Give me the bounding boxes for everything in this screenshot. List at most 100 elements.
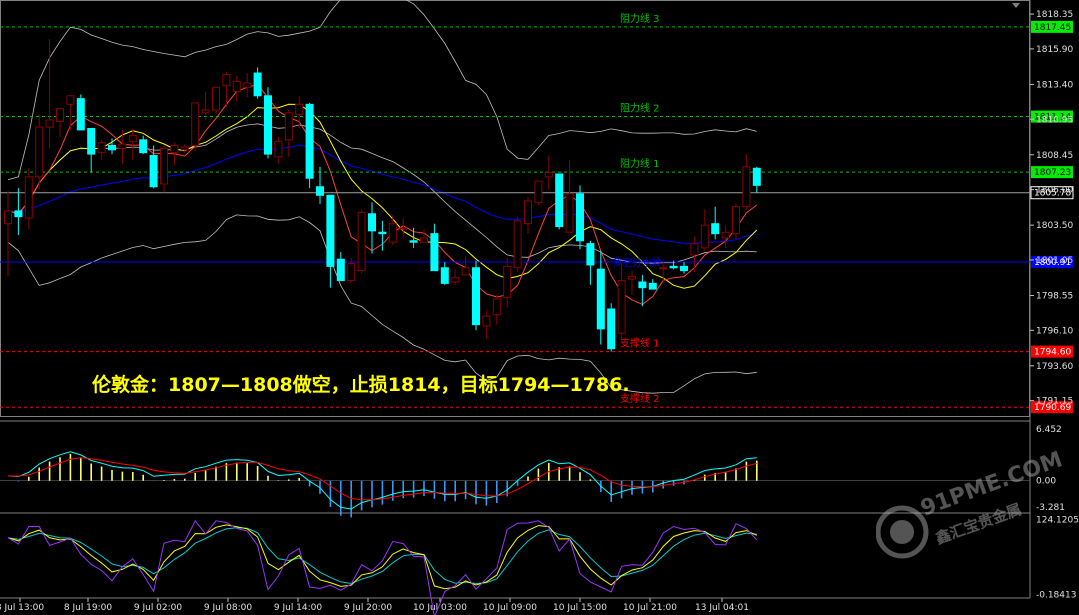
time-tick-label: 10 Jul 15:00: [553, 603, 607, 613]
watermark-logo: 91PME.COM 鑫汇宝贵金属: [876, 447, 1066, 559]
time-tick-label: 9 Jul 20:00: [344, 603, 393, 613]
candle-body: [607, 308, 616, 350]
scroll-arrow-icon[interactable]: [1012, 3, 1020, 8]
time-tick-label: 8 Jul 13:00: [0, 603, 44, 613]
candle-body: [336, 258, 345, 282]
level-label: 阻力线 3: [620, 12, 660, 25]
candle-body: [732, 206, 740, 235]
osc-k-line: [7, 524, 758, 590]
time-axis: 8 Jul 13:00 8 Jul 19:00 9 Jul 02:00 9 Jul 0…: [0, 598, 749, 613]
candle-body: [461, 267, 470, 276]
candle-body: [378, 231, 387, 235]
time-tick-label: 9 Jul 02:00: [134, 603, 183, 613]
candle-body: [284, 112, 293, 141]
candle-body: [721, 231, 730, 239]
candle-body: [149, 154, 158, 188]
candle-body: [555, 173, 564, 228]
level-label: 阻力线 1: [620, 157, 660, 170]
candle-body: [482, 315, 491, 327]
level-price-tag-text: 1807.23: [1034, 168, 1071, 178]
price-tick-label: 1803.50: [1036, 221, 1073, 231]
candle-body: [544, 172, 553, 178]
time-tick-label: 10 Jul 03:00: [413, 603, 467, 613]
candle-body: [492, 298, 501, 316]
level-label: 支撑线 1: [620, 337, 660, 350]
candle-body: [586, 243, 595, 266]
candle-body: [368, 213, 376, 232]
candle-body: [534, 180, 543, 203]
time-tick-label: 10 Jul 09:00: [483, 603, 537, 613]
time-tick-label: 13 Jul 04:01: [695, 603, 749, 613]
candle-body: [711, 223, 720, 235]
candle-body: [45, 119, 54, 128]
candle-body: [472, 267, 480, 326]
candle-body: [35, 126, 44, 178]
candle-body: [4, 210, 12, 225]
candle-body: [648, 282, 657, 290]
price-tick-label: 1806.00: [1036, 186, 1073, 196]
price-tick-label: 1796.10: [1036, 326, 1073, 336]
macd-tick-label: 6.452: [1036, 425, 1062, 435]
price-tick-label: 1813.40: [1036, 80, 1073, 90]
candle-body: [316, 186, 324, 196]
candle-body: [596, 268, 605, 330]
candle-body: [628, 275, 636, 280]
candle-body: [420, 237, 428, 243]
candle-body: [680, 265, 688, 272]
candle-body: [274, 140, 283, 158]
candle-body: [524, 200, 532, 225]
candle-body: [212, 86, 220, 111]
candle-body: [295, 103, 304, 115]
candle-body: [742, 166, 751, 208]
candle-body: [752, 167, 761, 186]
pivot-label: 多空分水岭: [612, 256, 662, 269]
level-price-tag-text: 1794.60: [1034, 348, 1071, 358]
candle-body: [66, 95, 75, 105]
osc-tick-label: -0.18413: [1036, 590, 1076, 600]
coin-logo-core: [890, 520, 914, 544]
ma-short-line: [7, 83, 758, 305]
candlesticks: [4, 38, 761, 352]
time-tick-label: 9 Jul 08:00: [204, 603, 253, 613]
candle-body: [128, 135, 137, 142]
price-tick-label: 1798.55: [1036, 291, 1073, 301]
moving-averages: [7, 83, 758, 305]
candle-body: [264, 95, 272, 155]
price-tick-label: 1810.95: [1036, 115, 1073, 125]
price-tick-label: 1793.60: [1036, 362, 1073, 372]
candle-body: [451, 277, 460, 283]
candle-body: [669, 265, 678, 269]
candle-body: [503, 265, 512, 299]
candle-body: [440, 267, 449, 284]
candle-body: [430, 233, 439, 272]
time-tick-label: 10 Jul 21:00: [623, 603, 677, 613]
candle-body: [87, 127, 96, 155]
price-tick-label: 1791.15: [1036, 397, 1073, 407]
candle-body: [576, 193, 584, 242]
candle-body: [170, 145, 179, 154]
osc-raw-line: [7, 519, 758, 615]
candle-body: [180, 146, 189, 151]
candle-body: [565, 193, 574, 233]
candle-body: [388, 223, 397, 243]
candle-body: [357, 211, 366, 272]
candle-body: [399, 227, 408, 230]
price-tick-label: 1818.35: [1036, 10, 1073, 20]
candle-body: [243, 82, 252, 88]
level-lines: 阻力线 31817.45阻力线 21811.14阻力线 11807.23支撑线 …: [0, 12, 1074, 414]
candle-body: [56, 108, 64, 122]
candle-body: [14, 210, 23, 218]
candle-body: [232, 81, 241, 93]
candle-body: [305, 103, 314, 179]
price-tick-label: 1801.05: [1036, 256, 1073, 266]
candle-body: [617, 280, 626, 334]
candle-body: [191, 102, 200, 147]
candle-body: [253, 72, 262, 97]
time-tick-label: 8 Jul 19:00: [64, 603, 113, 613]
candle-body: [638, 281, 647, 289]
candle-body: [222, 73, 231, 87]
candle-body: [201, 109, 210, 114]
level-price-tag-text: 1817.45: [1034, 23, 1071, 33]
candle-body: [513, 220, 522, 269]
main-panel-frame: [0, 0, 1030, 417]
